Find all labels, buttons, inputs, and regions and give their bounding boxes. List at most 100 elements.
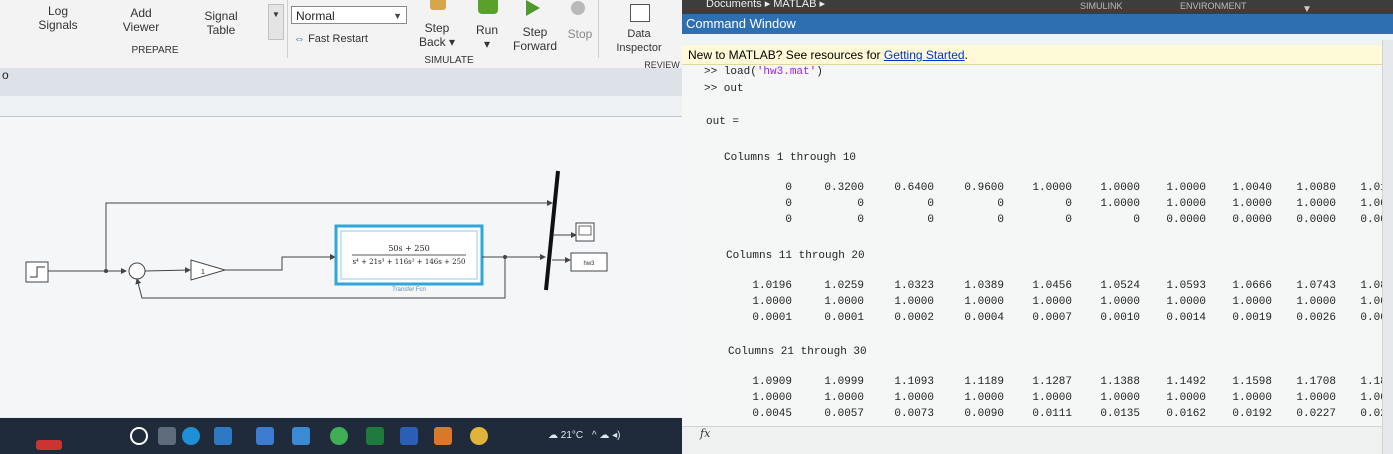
tab-environment[interactable]: ENVIRONMENT [1180, 1, 1247, 11]
log-signals-button[interactable]: Log Signals [36, 4, 80, 32]
matrix-cell: 0.9600 [964, 182, 1004, 194]
matrix-cell: 1.0000 [752, 392, 792, 404]
matrix-cell: 0 [1065, 198, 1072, 210]
fast-restart-toggle[interactable]: ⇔ Fast Restart [294, 32, 384, 46]
matrix-cell: 1.0000 [894, 392, 934, 404]
matrix-cell: 0.0014 [1166, 312, 1206, 324]
task-view-icon[interactable] [158, 427, 176, 445]
branch-point [104, 269, 108, 273]
model-tab-bar: o [0, 68, 682, 97]
step-forward-button[interactable]: Step Forward [512, 25, 558, 53]
matlab-header-bar: Documents ▸ MATLAB ▸ SIMULINK ENVIRONMEN… [682, 0, 1393, 14]
titlebar-spacer [682, 34, 1393, 45]
workspace-var-name: hw3 [583, 261, 595, 267]
signal-line[interactable] [225, 254, 336, 271]
simulate-group-label: SIMULATE [424, 55, 474, 66]
model-breadcrumb-bar [0, 96, 682, 117]
step-back-icon [430, 0, 446, 10]
matrix-cell: 1.0000 [1232, 392, 1272, 404]
chrome-alt-icon[interactable] [470, 427, 488, 445]
matrix-cell: 1.0000 [1166, 392, 1206, 404]
matrix-cell: 0.0004 [964, 312, 1004, 324]
store-icon[interactable] [256, 427, 274, 445]
matrix-cell: 1.0000 [1032, 182, 1072, 194]
matrix-cell: 0.0162 [1166, 408, 1206, 420]
tf-caption: Transfer Fcn [392, 287, 426, 293]
command-input-bar[interactable]: fx [682, 426, 1382, 454]
tab-simulink[interactable]: SIMULINK [1080, 1, 1123, 11]
step-back-button[interactable]: Step Back ▾ [414, 21, 460, 49]
matrix-cell: 1.1189 [964, 376, 1004, 388]
signal-line[interactable] [144, 267, 191, 274]
add-viewer-button[interactable]: Add Viewer [118, 6, 164, 34]
matrix-cell: 0 [927, 198, 934, 210]
command-line: >> out [704, 83, 744, 95]
search-icon[interactable] [130, 427, 148, 445]
model-canvas[interactable]: 1 50s + 250 s⁴ + 21s³ + 116s² + 146s + 2… [0, 117, 682, 417]
matrix-cell: 1.0593 [1166, 280, 1206, 292]
matrix-cell: 1.0000 [824, 296, 864, 308]
matrix-cell: 1.0999 [824, 376, 864, 388]
edge-icon[interactable] [182, 427, 200, 445]
matrix-cell: 1.0000 [1296, 392, 1336, 404]
tf-numerator: 50s + 250 [388, 244, 429, 253]
branch-point [503, 255, 507, 259]
columns-header: Columns 21 through 30 [728, 346, 867, 358]
app-icon[interactable] [36, 440, 62, 450]
prepare-gallery-expand[interactable]: ▼ [268, 4, 284, 40]
matrix-cell: 1.0000 [752, 296, 792, 308]
chrome-icon[interactable] [330, 427, 348, 445]
command-window-output[interactable]: >> load('hw3.mat') >> out out = Columns … [682, 66, 1393, 426]
matrix-cell: 1.1388 [1100, 376, 1140, 388]
gain-value: 1 [201, 269, 205, 276]
matrix-cell: 0.0001 [752, 312, 792, 324]
run-button[interactable]: Run ▾ [470, 23, 504, 51]
matrix-cell: 1.0909 [752, 376, 792, 388]
matrix-cell: 0.0192 [1232, 408, 1272, 420]
matrix-cell: 0 [785, 182, 792, 194]
data-inspector-button[interactable]: Data Inspector [614, 27, 664, 55]
tab-marker[interactable]: o [2, 68, 9, 82]
matrix-cell: 1.0000 [964, 392, 1004, 404]
matrix-cell: 0.0111 [1032, 408, 1072, 420]
mux-block[interactable] [544, 170, 560, 291]
matrix-cell: 0.0057 [824, 408, 864, 420]
matrix-cell: 0.0045 [752, 408, 792, 420]
sum-block[interactable] [128, 262, 146, 280]
simulation-mode-select[interactable]: Normal ▼ [291, 6, 407, 24]
cloud-icon: ☁ [548, 430, 561, 441]
breadcrumb[interactable]: Documents ▸ MATLAB ▸ [706, 0, 825, 10]
matrix-cell: 0.0000 [1166, 214, 1206, 226]
signal-table-button[interactable]: Signal Table [198, 9, 244, 37]
matlab-icon[interactable] [434, 427, 452, 445]
mail-icon[interactable] [292, 427, 310, 445]
matrix-cell: 1.1492 [1166, 376, 1206, 388]
signal-line[interactable] [105, 200, 553, 271]
getting-started-link[interactable]: Getting Started [884, 48, 965, 62]
ribbon-separator [287, 0, 288, 58]
step-block[interactable] [25, 261, 49, 283]
simulink-window: Log Signals Add Viewer Signal Table ▼ PR… [0, 0, 682, 454]
vertical-scrollbar[interactable] [1382, 40, 1393, 454]
matrix-cell: 1.0000 [1100, 182, 1140, 194]
excel-icon[interactable] [366, 427, 384, 445]
stop-button[interactable]: Stop [566, 27, 594, 41]
file-explorer-icon[interactable] [214, 427, 232, 445]
command-window-titlebar: Command Window [682, 14, 1393, 34]
prepare-group-label: PREPARE [131, 45, 179, 56]
simulink-ribbon: Log Signals Add Viewer Signal Table ▼ PR… [0, 0, 682, 80]
to-workspace-block[interactable]: hw3 [570, 252, 608, 272]
matrix-cell: 1.1093 [894, 376, 934, 388]
system-tray[interactable]: ☁ 21°C ^ ☁ ◂) [548, 430, 621, 441]
matrix-cell: 0.0227 [1296, 408, 1336, 420]
tf-denominator: s⁴ + 21s³ + 116s² + 146s + 250 [352, 258, 465, 266]
matrix-cell: 1.0000 [1166, 296, 1206, 308]
transfer-fcn-block[interactable]: 50s + 250 s⁴ + 21s³ + 116s² + 146s + 250… [334, 224, 484, 293]
matrix-cell: 0.0000 [1232, 214, 1272, 226]
gain-block[interactable]: 1 [190, 259, 227, 281]
matrix-cell: 1.0000 [1166, 198, 1206, 210]
scope-block[interactable] [575, 222, 595, 242]
word-icon[interactable] [400, 427, 418, 445]
matrix-cell: 1.0666 [1232, 280, 1272, 292]
getting-started-banner: New to MATLAB? See resources for Getting… [682, 45, 1387, 65]
